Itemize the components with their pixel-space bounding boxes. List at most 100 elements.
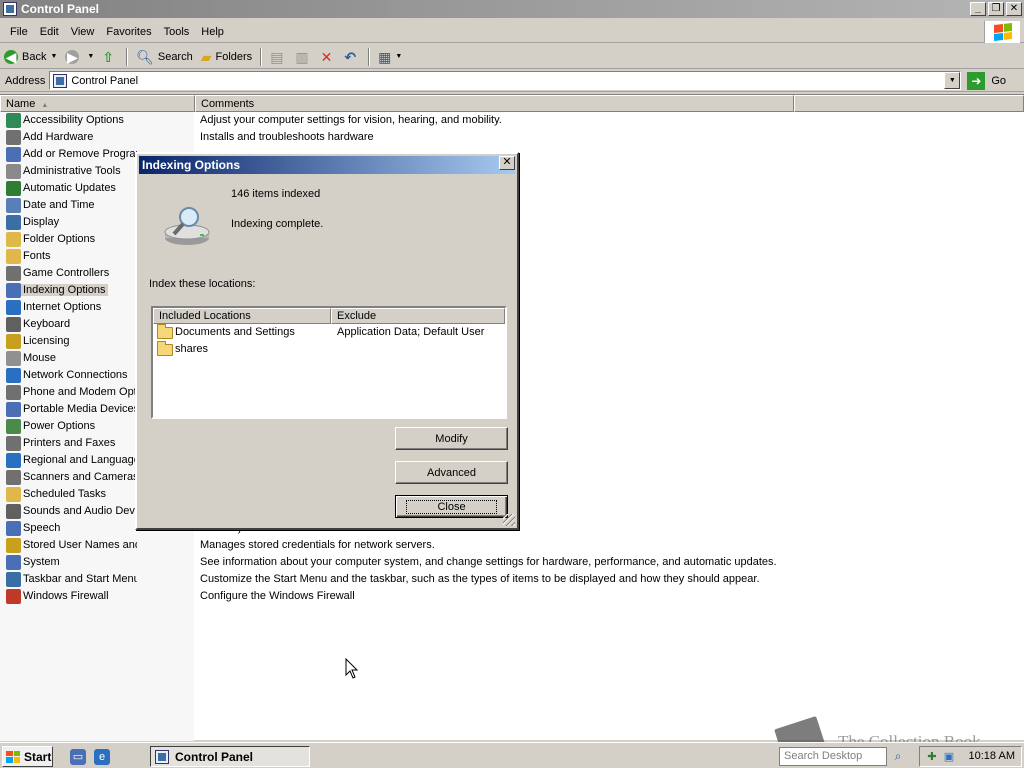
back-dropdown-icon[interactable]: ▼ [50, 53, 57, 60]
item-name: Add or Remove Programs [23, 148, 137, 160]
power-icon: ■ [6, 419, 21, 434]
dialog-close-x-button[interactable]: ✕ [499, 156, 515, 170]
item-name: Taskbar and Start Menu [23, 573, 137, 585]
column-header-comments[interactable]: Comments [195, 95, 794, 112]
network-icon: ■ [6, 368, 21, 383]
back-button[interactable]: ◀ Back [0, 46, 50, 68]
back-arrow-icon: ◀ [4, 48, 18, 65]
menu-tools[interactable]: Tools [158, 26, 196, 38]
folders-button[interactable]: ▰ Folders [197, 46, 256, 68]
item-name: Portable Media Devices [23, 403, 137, 415]
system-tray: ✚ ▣ 10:18 AM [919, 746, 1022, 767]
forward-button[interactable]: ▶ [61, 46, 87, 68]
clock-icon: ■ [6, 198, 21, 213]
item-name: Indexing Options [21, 284, 108, 296]
scanner-icon: ■ [6, 470, 21, 485]
fonts-icon: ■ [6, 249, 21, 264]
item-name: Game Controllers [23, 267, 110, 279]
delete-button[interactable]: ✕ [317, 46, 341, 68]
menu-file[interactable]: File [4, 26, 34, 38]
internet-explorer-icon[interactable]: e [94, 749, 110, 765]
index-locations-list[interactable]: Included Locations Exclude Documents and… [151, 306, 507, 419]
start-button[interactable]: Start [2, 746, 53, 767]
item-name: Folder Options [23, 233, 96, 245]
programs-icon: ■ [6, 147, 21, 162]
column-comments-label: Comments [201, 98, 255, 110]
mouse-icon: ■ [6, 351, 21, 366]
minimize-button[interactable]: _ [970, 2, 986, 16]
forward-dropdown-icon[interactable]: ▼ [87, 53, 94, 60]
menu-favorites[interactable]: Favorites [100, 26, 157, 38]
copy-to-button[interactable]: ▥ [291, 46, 316, 68]
updates-tray-icon[interactable]: ✚ [925, 750, 939, 764]
list-item[interactable]: ■ Windows Firewall Configure the Windows F… [0, 588, 1024, 605]
up-folder-icon: ⇧ [102, 48, 115, 65]
location-row[interactable]: Documents and Settings Application Data;… [153, 324, 505, 341]
up-folder-button[interactable]: ⇧ [98, 46, 122, 68]
indexing-status: Indexing complete. [231, 218, 324, 230]
list-item[interactable]: ■ Add Hardware Installs and troubleshoots … [0, 129, 1024, 146]
item-name: Regional and Language Options [23, 454, 137, 466]
search-icon: 🔍︎ [136, 48, 154, 65]
show-desktop-icon[interactable]: ▭ [70, 749, 86, 765]
close-button[interactable]: Close [395, 495, 508, 518]
toolbar-separator [368, 47, 371, 66]
menu-view[interactable]: View [65, 26, 101, 38]
advanced-button[interactable]: Advanced [395, 461, 508, 484]
taskbar-control-panel-button[interactable]: Control Panel [150, 746, 310, 767]
control-panel-icon [155, 749, 169, 764]
resize-grip[interactable] [503, 514, 515, 526]
list-item[interactable]: ■ Taskbar and Start Menu Customize the Sta… [0, 571, 1024, 588]
undo-button[interactable]: ↶ [340, 46, 364, 68]
address-input[interactable]: Control Panel ▼ [49, 71, 962, 90]
regional-icon: ■ [6, 453, 21, 468]
item-name: Date and Time [23, 199, 95, 211]
control-panel-icon [3, 2, 17, 16]
copy-to-icon: ▥ [295, 48, 309, 65]
indexing-icon [164, 207, 210, 245]
move-to-button[interactable]: ▤ [266, 46, 291, 68]
system-icon: ■ [6, 555, 21, 570]
column-header-name[interactable]: Name ▲ [0, 95, 195, 112]
mouse-cursor-icon [345, 658, 359, 679]
taskbar-task-label: Control Panel [175, 749, 254, 764]
firewall-icon: ■ [6, 589, 21, 604]
window-titlebar[interactable]: Control Panel _ ❐ ✕ [0, 0, 1024, 18]
search-icon[interactable]: ⌕ [890, 749, 906, 765]
address-bar: Address Control Panel ▼ ➜ Go [0, 70, 1024, 92]
views-icon: ▦ [378, 48, 392, 65]
modify-button[interactable]: Modify [395, 427, 508, 450]
views-button[interactable]: ▦ ▼ [374, 46, 410, 68]
menu-edit[interactable]: Edit [34, 26, 65, 38]
search-label: Search [157, 50, 193, 63]
item-name: Speech [23, 522, 61, 534]
index-locations-label: Index these locations: [149, 278, 256, 290]
column-header-included[interactable]: Included Locations [153, 308, 331, 324]
admin-tools-icon: ■ [6, 164, 21, 179]
hardware-icon: ■ [6, 130, 21, 145]
list-item[interactable]: ■ Accessibility Options Adjust your comput… [0, 112, 1024, 129]
item-comment: Customize the Start Menu and the taskbar… [200, 573, 760, 585]
views-dropdown-icon: ▼ [395, 53, 403, 60]
item-name: Administrative Tools [23, 165, 121, 177]
address-dropdown-icon[interactable]: ▼ [944, 72, 961, 89]
item-name: Scanners and Cameras [23, 471, 137, 483]
list-item[interactable]: ■ System See information about your comput… [0, 554, 1024, 571]
list-item[interactable]: ■Stored User Names and Passwords Manages … [0, 537, 1024, 554]
column-header-exclude[interactable]: Exclude [331, 308, 505, 324]
item-comment: Adjust your computer settings for vision… [200, 114, 502, 126]
restore-button[interactable]: ❐ [988, 2, 1004, 16]
menu-help[interactable]: Help [195, 26, 230, 38]
folder-icon: ▰ [200, 48, 212, 65]
close-window-button[interactable]: ✕ [1006, 2, 1022, 16]
toolbar-separator [126, 47, 129, 66]
network-tray-icon[interactable]: ▣ [942, 750, 956, 764]
go-button[interactable]: ➜ Go [967, 71, 1006, 90]
item-name: Phone and Modem Options [23, 386, 137, 398]
item-comment: Configure the Windows Firewall [200, 590, 355, 602]
location-row[interactable]: shares [153, 341, 505, 358]
search-button[interactable]: 🔍︎ Search [132, 46, 197, 68]
search-desktop-input[interactable]: Search Desktop [779, 747, 887, 766]
back-label: Back [22, 50, 47, 63]
dialog-titlebar[interactable]: Indexing Options [139, 156, 515, 174]
